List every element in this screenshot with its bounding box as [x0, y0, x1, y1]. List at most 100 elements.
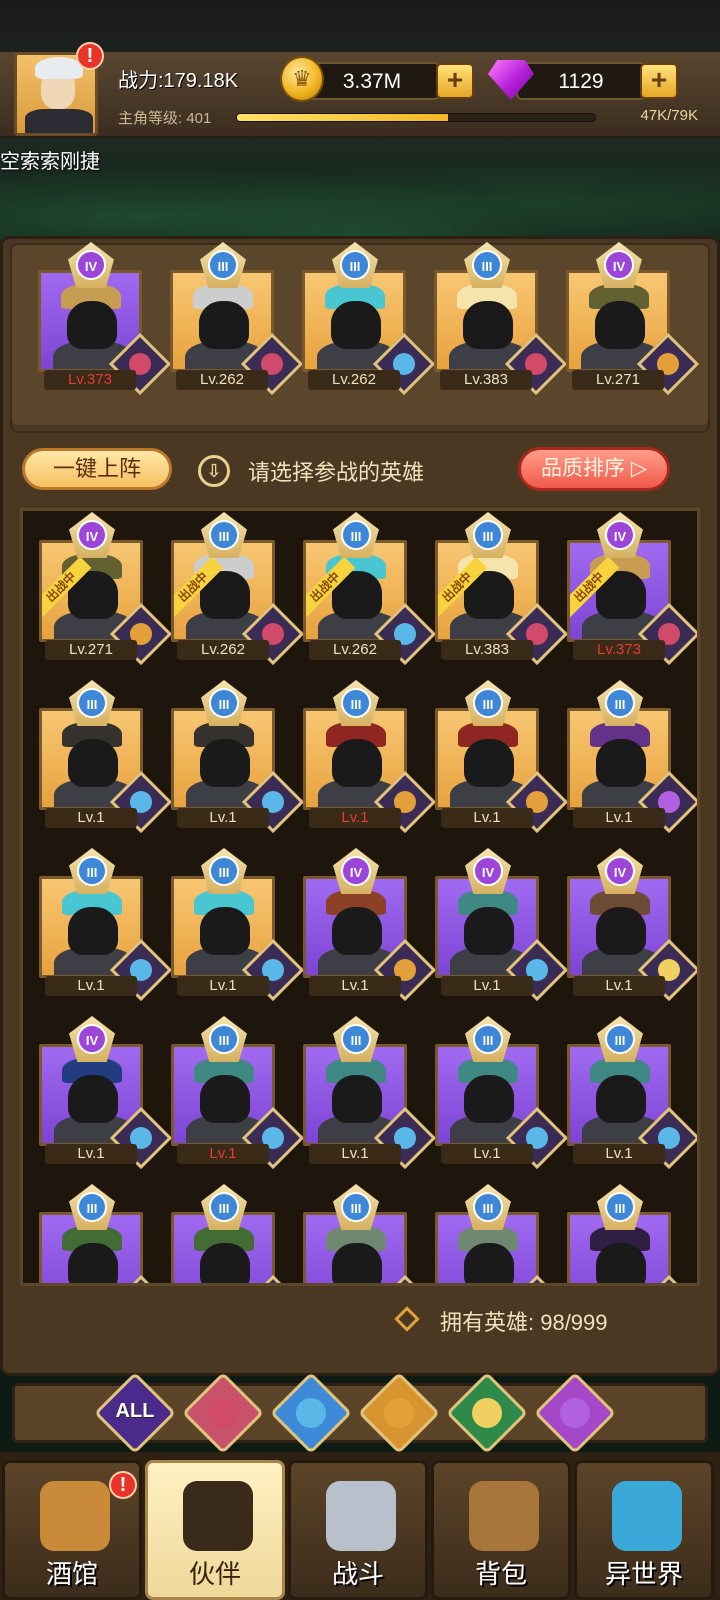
xp-text: 47K/79K	[640, 107, 698, 124]
rank-badge-icon: III	[332, 242, 378, 288]
hero-level: Lv.1	[45, 808, 137, 828]
tavern-mug-icon	[40, 1481, 110, 1551]
gem-display: 1129	[516, 62, 646, 100]
rank-badge-icon: III	[201, 848, 247, 894]
hero-card[interactable]: III Lv.1	[171, 848, 305, 1002]
rank-badge-icon: III	[201, 512, 247, 558]
nav-crossed-swords-tab[interactable]: 战斗	[288, 1460, 428, 1600]
beast-faction-icon	[384, 1398, 414, 1428]
hero-roster-grid[interactable]: 出战中 IV Lv.271 出战中 III Lv.262 出战中 III Lv.262 出战中 II…	[20, 508, 700, 1286]
hero-body	[450, 1283, 530, 1286]
hero-card[interactable]: III Lv.1	[435, 1016, 569, 1170]
hero-card[interactable]: 出战中 III Lv.262	[171, 512, 305, 666]
hero-head	[596, 739, 646, 787]
hero-head	[200, 1243, 250, 1283]
hero-card[interactable]: III Lv.1	[39, 848, 173, 1002]
hero-level: Lv.1	[45, 976, 137, 996]
auto-deploy-button[interactable]: 一键上阵	[22, 448, 172, 490]
hero-head	[596, 1243, 646, 1283]
hero-body	[186, 1283, 266, 1286]
avatar-alert-icon: !	[76, 42, 104, 70]
rank-numeral: III	[341, 520, 371, 550]
rank-badge-icon: III	[201, 1184, 247, 1230]
hero-card[interactable]: 出战中 IV Lv.373	[567, 512, 697, 666]
player-name: 空索索刚捷	[0, 151, 100, 173]
rank-badge-icon: IV	[596, 242, 642, 288]
rank-badge-icon: IV	[597, 848, 643, 894]
hero-card[interactable]: 出战中 IV Lv.271	[39, 512, 173, 666]
filter-label: ALL	[115, 1400, 155, 1422]
hero-card[interactable]: 出战中 III Lv.383	[435, 512, 569, 666]
filter-crown-tab[interactable]	[181, 1371, 265, 1455]
hero-card[interactable]: III Lv.1	[567, 1016, 697, 1170]
hero-card[interactable]: III Lv.1	[171, 1016, 305, 1170]
hero-card[interactable]: IV Lv.271	[566, 242, 700, 396]
hero-card[interactable]: III	[39, 1184, 173, 1283]
hero-card[interactable]: III	[303, 1184, 437, 1286]
hero-level: Lv.271	[45, 640, 137, 660]
hero-card[interactable]: III Lv.1	[567, 680, 697, 834]
add-gems-button[interactable]: +	[640, 63, 678, 99]
hero-card[interactable]: III Lv.1	[39, 680, 173, 834]
hero-card[interactable]: IV Lv.373	[38, 242, 172, 396]
hero-card[interactable]: IV Lv.1	[303, 848, 437, 1002]
rank-numeral: III	[341, 1192, 371, 1222]
hero-card[interactable]: 出战中 III Lv.262	[303, 512, 437, 666]
rank-numeral: III	[340, 250, 370, 280]
hero-card[interactable]: III Lv.1	[303, 680, 437, 834]
rank-badge-icon: IV	[597, 512, 643, 558]
hero-level: Lv.1	[309, 808, 401, 828]
filter-demon-tab[interactable]	[533, 1371, 617, 1455]
hero-card[interactable]: III Lv.1	[171, 680, 305, 834]
rank-numeral: III	[209, 856, 239, 886]
filter-nature-tab[interactable]	[445, 1371, 529, 1455]
gem-value: 1129	[558, 70, 604, 93]
hero-level: Lv.1	[177, 808, 269, 828]
hero-card[interactable]: III	[567, 1184, 697, 1286]
filter-beast-tab[interactable]	[357, 1371, 441, 1455]
hero-body	[318, 1283, 398, 1286]
hero-head	[68, 907, 118, 955]
hero-head	[464, 1243, 514, 1283]
rank-badge-icon: III	[597, 1016, 643, 1062]
hero-card[interactable]: III Lv.262	[302, 242, 436, 396]
add-gold-button[interactable]: +	[436, 63, 474, 99]
rank-badge-icon: III	[597, 680, 643, 726]
hero-card[interactable]: IV Lv.1	[435, 848, 569, 1002]
hero-card[interactable]: III	[171, 1184, 305, 1286]
gold-display: 3.37M	[304, 62, 440, 100]
filter-elf-tab[interactable]	[269, 1371, 353, 1455]
nav-partner-face-tab[interactable]: 伙伴	[145, 1460, 285, 1600]
hero-head	[200, 739, 250, 787]
hero-card[interactable]: III	[435, 1184, 569, 1286]
nav-label: 伙伴	[188, 1559, 241, 1589]
hero-head	[332, 1243, 382, 1283]
rank-badge-icon: III	[201, 1016, 247, 1062]
crown-faction-icon	[208, 1398, 238, 1428]
rank-numeral: III	[209, 520, 239, 550]
rank-numeral: IV	[605, 520, 635, 550]
backpack-chest-icon	[469, 1481, 539, 1551]
rank-numeral: III	[77, 856, 107, 886]
nav-portal-tab[interactable]: 异世界	[574, 1460, 714, 1600]
rank-numeral: III	[605, 688, 635, 718]
hero-level: Lv.262	[308, 370, 400, 390]
nav-backpack-chest-tab[interactable]: 背包	[431, 1460, 571, 1600]
owned-heroes-count: 拥有英雄: 98/999	[440, 1310, 608, 1335]
rank-badge-icon: III	[201, 680, 247, 726]
hero-card[interactable]: III Lv.1	[303, 1016, 437, 1170]
hero-card[interactable]: III Lv.1	[435, 680, 569, 834]
nav-tavern-mug-tab[interactable]: 酒馆!	[2, 1460, 142, 1600]
quality-sort-button[interactable]: 品质排序 ▷	[518, 447, 670, 491]
hero-card[interactable]: III Lv.383	[434, 242, 568, 396]
rank-numeral: IV	[77, 520, 107, 550]
rank-numeral: IV	[76, 250, 106, 280]
hero-card[interactable]: IV Lv.1	[567, 848, 697, 1002]
filter-all-tab[interactable]: ALL	[93, 1371, 177, 1455]
hero-body	[582, 1283, 662, 1286]
hero-card[interactable]: IV Lv.1	[39, 1016, 173, 1170]
nav-label: 背包	[474, 1559, 527, 1589]
hero-head	[332, 907, 382, 955]
download-arrow-icon: ⇩	[198, 455, 230, 487]
hero-card[interactable]: III Lv.262	[170, 242, 304, 396]
